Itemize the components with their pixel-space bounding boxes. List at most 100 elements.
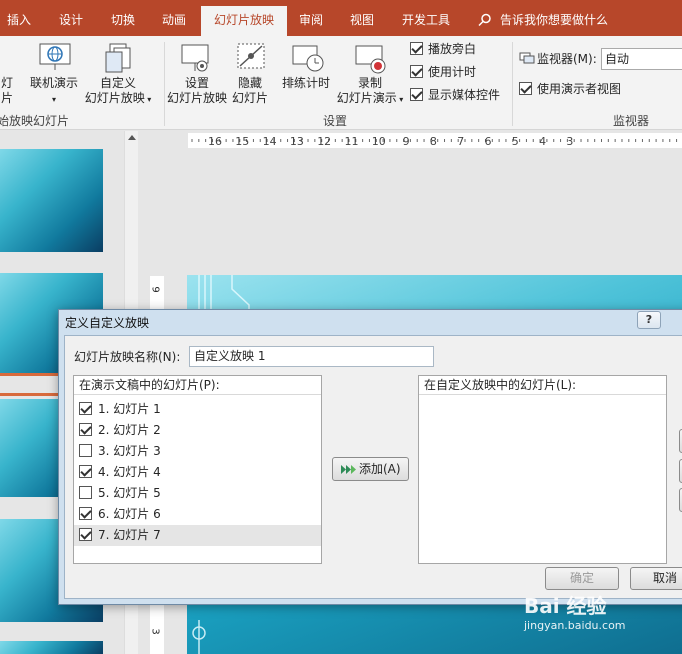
chevron-down-icon: ▾	[396, 95, 404, 104]
slide-thumbnail[interactable]	[0, 149, 103, 252]
monitor-select[interactable]: 自动	[601, 48, 682, 70]
watermark-url: jingyan.baidu.com	[524, 619, 626, 632]
show-name-label: 幻灯片放映名称(N):	[74, 350, 181, 364]
list-item[interactable]: 3. 幻灯片 3	[74, 441, 321, 462]
setup-slideshow-icon	[180, 42, 212, 77]
online-present-button[interactable]: 联机演示 ▾	[26, 76, 82, 107]
online-present-label: 联机演示	[29, 76, 78, 90]
checkbox-box[interactable]	[79, 423, 92, 436]
ruler-number: 13	[290, 135, 304, 148]
tell-me-search[interactable]: 告诉我你想要做什么	[478, 6, 608, 34]
online-present-icon	[38, 42, 72, 75]
watermark-logo: Bai 经验	[524, 594, 607, 618]
hide-slide-icon	[236, 42, 266, 75]
add-button[interactable]: 添加(A)	[332, 457, 409, 481]
ruler-ticks: 16 15 14 13 12 11 10 9 8 7 6 5 4 3	[191, 135, 678, 148]
setup-label-2: 幻灯片放映	[166, 91, 227, 105]
list-item[interactable]: 4. 幻灯片 4	[74, 462, 321, 483]
checkbox-box[interactable]	[79, 507, 92, 520]
tab-developer[interactable]: 开发工具	[395, 6, 457, 36]
slide-thumbnail[interactable]	[0, 641, 103, 654]
horizontal-ruler: 16 15 14 13 12 11 10 9 8 7 6 5 4 3	[188, 133, 682, 148]
setup-slideshow-button[interactable]: 设置 幻灯片放映	[166, 76, 228, 106]
list-item[interactable]: 2. 幻灯片 2	[74, 420, 321, 441]
checkbox-box	[519, 82, 532, 95]
tab-review[interactable]: 审阅	[292, 6, 330, 36]
custom-slideshow-button[interactable]: 自定义 幻灯片放映 ▾	[82, 76, 154, 107]
ruler-number: 10	[372, 135, 386, 148]
ruler-number: 8	[430, 135, 437, 148]
checkbox-box[interactable]	[79, 402, 92, 415]
rehearse-timings-icon	[291, 44, 325, 77]
list-item[interactable]: 6. 幻灯片 6	[74, 504, 321, 525]
scroll-up-icon[interactable]	[128, 135, 136, 140]
group-separator	[512, 42, 513, 126]
tab-design[interactable]: 设计	[52, 6, 90, 36]
tab-animations[interactable]: 动画	[155, 6, 193, 36]
presenter-view-checkbox[interactable]: 使用演示者视图	[519, 81, 621, 97]
hide-slide-button[interactable]: 隐藏 幻灯片	[228, 76, 272, 106]
checkbox-box[interactable]	[79, 486, 92, 499]
tab-slideshow[interactable]: 幻灯片放映	[201, 6, 287, 36]
dialog-body: 幻灯片放映名称(N): 自定义放映 1 在演示文稿中的幻灯片(P): 1. 幻灯…	[64, 335, 682, 599]
help-button[interactable]: ?	[637, 311, 661, 329]
slide-item-label: 1. 幻灯片 1	[98, 402, 161, 416]
ruler-number: 15	[235, 135, 249, 148]
tell-me-text: 告诉我你想要做什么	[500, 13, 609, 27]
watermark: Bai 经验 jingyan.baidu.com	[524, 590, 626, 632]
show-media-controls-checkbox[interactable]: 显示媒体控件	[410, 87, 500, 103]
record-label-1: 录制	[357, 76, 382, 90]
ruler-number: 12	[317, 135, 331, 148]
slide-item-label: 3. 幻灯片 3	[98, 444, 161, 458]
chevron-down-icon: ▾	[51, 95, 56, 104]
double-arrow-right-icon	[341, 465, 356, 474]
ruler-number: 11	[345, 135, 359, 148]
from-current-slide-button[interactable]: 灯片	[0, 76, 18, 106]
checkbox-box[interactable]	[79, 465, 92, 478]
search-icon	[478, 13, 491, 27]
slide-item-label: 6. 幻灯片 6	[98, 507, 161, 521]
tab-view[interactable]: 视图	[343, 6, 381, 36]
record-slideshow-button[interactable]: 录制 幻灯片演示 ▾	[334, 76, 406, 107]
ruler-number: 9	[403, 135, 410, 148]
ribbon-tab-bar: 插入 设计 切换 动画 幻灯片放映 审阅 视图 开发工具 告诉我你想要做什么	[0, 0, 682, 36]
add-button-label: 添加(A)	[359, 462, 401, 476]
rehearse-timings-button[interactable]: 排练计时	[278, 76, 334, 91]
group-label-monitors: 监视器	[613, 114, 650, 128]
ribbon: 灯片 联机演示 ▾ 自定义 幻灯片放映 ▾ 始放映幻灯片 设置 幻灯片放映 隐藏…	[0, 36, 682, 130]
slide-item-label: 7. 幻灯片 7	[98, 528, 161, 542]
vertical-ruler-number: 3	[149, 628, 161, 635]
use-timings-checkbox[interactable]: 使用计时	[410, 64, 476, 80]
custom-slideshow-label-1: 自定义	[99, 76, 136, 90]
checkbox-box[interactable]	[79, 444, 92, 457]
slide-item-label: 2. 幻灯片 2	[98, 423, 161, 437]
slide-item-label: 5. 幻灯片 5	[98, 486, 161, 500]
slide-item-label: 4. 幻灯片 4	[98, 465, 161, 479]
tab-insert[interactable]: 插入	[0, 6, 38, 36]
show-name-input[interactable]: 自定义放映 1	[189, 346, 434, 367]
monitor-label-text: 监视器(M):	[537, 52, 597, 66]
list-item[interactable]: 5. 幻灯片 5	[74, 483, 321, 504]
monitor-label: 监视器(M):	[519, 51, 597, 67]
hide-label-1: 隐藏	[237, 76, 262, 90]
ruler-number: 16	[208, 135, 222, 148]
presenter-view-label: 使用演示者视图	[537, 82, 622, 96]
ruler-number: 14	[263, 135, 277, 148]
custom-show-icon	[104, 42, 134, 79]
list-item[interactable]: 7. 幻灯片 7	[74, 525, 321, 546]
chevron-down-icon: ▾	[144, 95, 152, 104]
checkbox-box[interactable]	[79, 528, 92, 541]
ok-button[interactable]: 确定	[545, 567, 619, 590]
available-slides-header: 在演示文稿中的幻灯片(P):	[74, 376, 321, 395]
cancel-button[interactable]: 取消	[630, 567, 682, 590]
available-slides-list: 在演示文稿中的幻灯片(P): 1. 幻灯片 1 2. 幻灯片 2 3. 幻灯片 …	[73, 375, 322, 564]
dialog-title: 定义自定义放映	[65, 316, 150, 330]
group-label-start: 始放映幻灯片	[0, 114, 70, 128]
list-item[interactable]: 1. 幻灯片 1	[74, 399, 321, 420]
play-narrations-checkbox[interactable]: 播放旁白	[410, 41, 476, 57]
setup-label-1: 设置	[184, 76, 209, 90]
group-separator	[164, 42, 165, 126]
tab-transitions[interactable]: 切换	[104, 6, 142, 36]
define-custom-show-dialog: 定义自定义放映 ? 幻灯片放映名称(N): 自定义放映 1 在演示文稿中的幻灯片…	[58, 309, 682, 605]
monitor-icon	[519, 52, 535, 64]
